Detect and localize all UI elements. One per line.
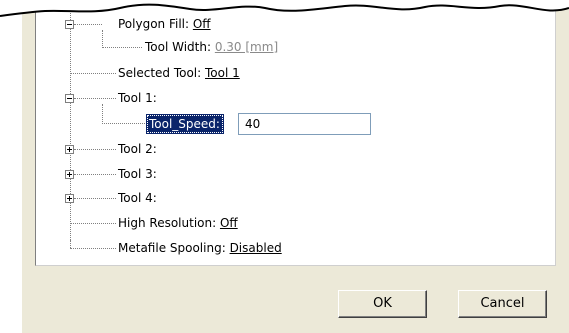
tool-speed-input[interactable]: 40 <box>238 113 371 135</box>
selected-tool-label: Selected Tool: <box>118 66 205 80</box>
selected-tool-value[interactable]: Tool 1 <box>205 66 240 80</box>
collapse-tool1-icon[interactable] <box>65 94 74 103</box>
selected-tool-item[interactable]: Selected Tool: Tool 1 <box>118 65 240 81</box>
tree-connector <box>74 198 116 199</box>
expand-tool3-icon[interactable] <box>65 170 74 179</box>
metafile-spooling-item[interactable]: Metafile Spooling: Disabled <box>118 240 282 256</box>
expand-tool4-icon[interactable] <box>65 194 74 203</box>
tree-connector <box>102 123 145 124</box>
tree-connector <box>70 240 71 248</box>
cancel-button[interactable]: Cancel <box>458 290 547 318</box>
tree-connector <box>102 47 142 48</box>
tool-speed-label[interactable]: Tool_Speed: <box>146 114 224 134</box>
ok-button[interactable]: OK <box>338 290 427 318</box>
tool1-item[interactable]: Tool 1: <box>118 90 157 106</box>
tool1-label: Tool 1: <box>118 91 157 105</box>
tool-width-value: 0.30 [mm] <box>214 40 279 54</box>
metafile-spooling-label: Metafile Spooling: <box>118 241 230 255</box>
tool3-label: Tool 3: <box>118 167 157 181</box>
tool4-label: Tool 4: <box>118 191 157 205</box>
high-resolution-value[interactable]: Off <box>220 216 238 230</box>
tool-width-item[interactable]: Tool Width: 0.30 [mm] <box>145 39 278 55</box>
high-resolution-label: High Resolution: <box>118 216 220 230</box>
tool4-item[interactable]: Tool 4: <box>118 190 157 206</box>
tree-connector <box>74 98 116 99</box>
tree-connector <box>70 73 116 74</box>
metafile-spooling-value[interactable]: Disabled <box>230 241 282 255</box>
tool2-label: Tool 2: <box>118 142 157 156</box>
tree-connector <box>74 149 116 150</box>
tool3-item[interactable]: Tool 3: <box>118 166 157 182</box>
printer-properties-dialog: Polygon Fill: Off Tool Width: 0.30 [mm] … <box>0 0 569 333</box>
tool2-item[interactable]: Tool 2: <box>118 141 157 157</box>
tree-connector <box>70 248 116 249</box>
high-resolution-item[interactable]: High Resolution: Off <box>118 215 238 231</box>
tree-connector <box>70 223 116 224</box>
tree-connector <box>74 174 116 175</box>
expand-tool2-icon[interactable] <box>65 145 74 154</box>
tree-connector <box>102 104 103 124</box>
tool-width-label: Tool Width: <box>145 40 215 54</box>
torn-edge-decoration <box>0 0 569 17</box>
